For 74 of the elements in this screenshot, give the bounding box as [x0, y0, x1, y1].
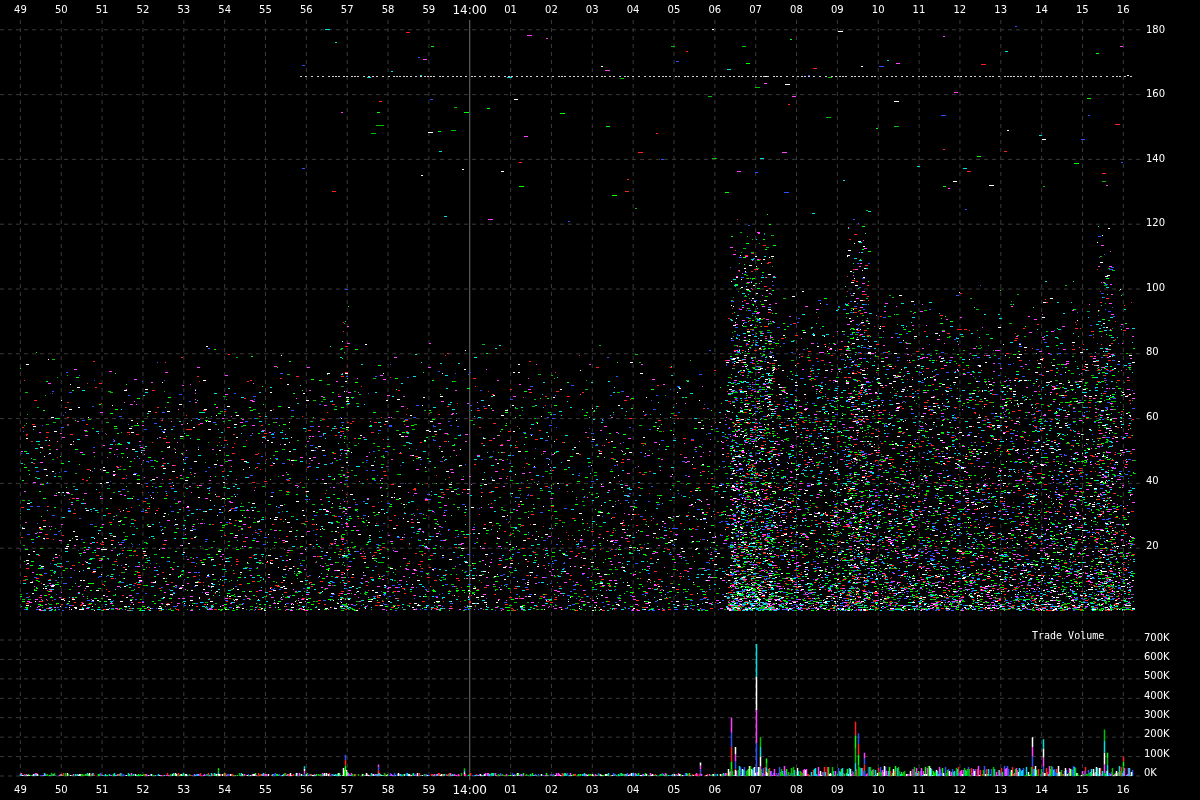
time-axis-label: 49	[14, 5, 27, 15]
time-axis-label: 08	[790, 785, 803, 795]
time-axis-label: 15	[1076, 5, 1089, 15]
time-axis-label: 55	[259, 785, 272, 795]
time-axis-label: 51	[95, 5, 109, 15]
time-axis-label: 57	[340, 785, 354, 795]
time-axis-label: 03	[585, 5, 599, 15]
time-axis-label: 12	[953, 785, 967, 795]
time-axis-label: 05	[667, 5, 681, 15]
time-axis-label: 57	[340, 5, 354, 15]
time-axis-label: 16	[1116, 785, 1130, 795]
price-axis-label: 140	[1145, 151, 1167, 166]
time-axis-label: 50	[54, 5, 68, 15]
price-axis-label: 100	[1145, 280, 1167, 295]
price-axis-label: 120	[1145, 216, 1167, 231]
time-axis-label: 02	[545, 5, 558, 15]
time-axis-label: 11	[912, 785, 926, 795]
time-axis-label: 58	[381, 785, 395, 795]
time-axis-label: 59	[422, 5, 436, 15]
volume-axis-label: 300K	[1144, 707, 1171, 722]
time-axis-label: 12	[953, 5, 967, 15]
price-axis-label: 80	[1145, 345, 1160, 360]
volume-axis-label: 0K	[1144, 765, 1158, 780]
price-axis-label: 60	[1145, 409, 1160, 424]
price-axis-label: 20	[1145, 538, 1160, 553]
volume-axis-label: 500K	[1144, 669, 1171, 684]
time-axis-label: 04	[626, 785, 640, 795]
time-axis-label: 55	[259, 5, 272, 15]
time-axis-label: 53	[177, 5, 191, 15]
time-axis-label: 16	[1116, 5, 1130, 15]
time-axis-label: 14:00	[452, 4, 487, 16]
time-axis-label: 52	[136, 5, 150, 15]
time-axis-label: 13	[994, 5, 1008, 15]
time-axis-label: 07	[749, 5, 762, 15]
time-axis-label: 11	[912, 5, 926, 15]
volume-axis-label: 400K	[1144, 688, 1171, 703]
price-axis-label: 180	[1145, 23, 1167, 37]
time-axis-label: 09	[830, 5, 844, 15]
time-axis-label: 56	[299, 5, 313, 15]
time-axis-label: 14	[1035, 5, 1048, 15]
time-axis-label: 15	[1076, 785, 1089, 795]
time-axis-label: 13	[994, 785, 1008, 795]
time-axis-label: 59	[422, 785, 436, 795]
time-axis-label: 14	[1035, 785, 1048, 795]
time-axis-label: 06	[708, 5, 722, 15]
volume-axis-label: 600K	[1144, 650, 1171, 664]
time-axis-label: 10	[871, 785, 885, 795]
price-axis-label: 40	[1145, 474, 1160, 489]
time-axis-label: 03	[585, 785, 599, 795]
time-axis-label: 02	[545, 785, 558, 795]
time-axis-label: 50	[54, 785, 68, 795]
time-axis-label: 10	[871, 5, 885, 15]
time-axis-label: 49	[14, 785, 27, 795]
time-axis-label: 07	[749, 785, 762, 795]
time-axis-label: 52	[136, 785, 150, 795]
time-axis-label: 09	[830, 785, 844, 795]
time-axis-label: 01	[504, 5, 517, 15]
volume-panel-title: Trade Volume	[1032, 629, 1105, 643]
time-axis-label: 08	[790, 5, 803, 15]
time-axis-label: 04	[626, 5, 640, 15]
time-axis-label: 14:00	[452, 784, 487, 796]
volume-axis-label: 700K	[1144, 630, 1171, 645]
volume-axis-label: 200K	[1144, 727, 1171, 742]
time-axis-label: 54	[218, 5, 231, 15]
time-axis-label: 05	[667, 785, 681, 795]
time-axis-label: 58	[381, 5, 395, 15]
time-axis-label: 54	[218, 785, 231, 795]
time-axis-label: 51	[95, 785, 109, 795]
volume-axis-label: 100K	[1144, 746, 1171, 761]
time-axis-label: 06	[708, 785, 722, 795]
time-axis-label: 53	[177, 785, 191, 795]
time-axis-label: 56	[299, 785, 313, 795]
price-axis-label: 160	[1145, 87, 1167, 102]
time-axis-label: 01	[504, 785, 517, 795]
